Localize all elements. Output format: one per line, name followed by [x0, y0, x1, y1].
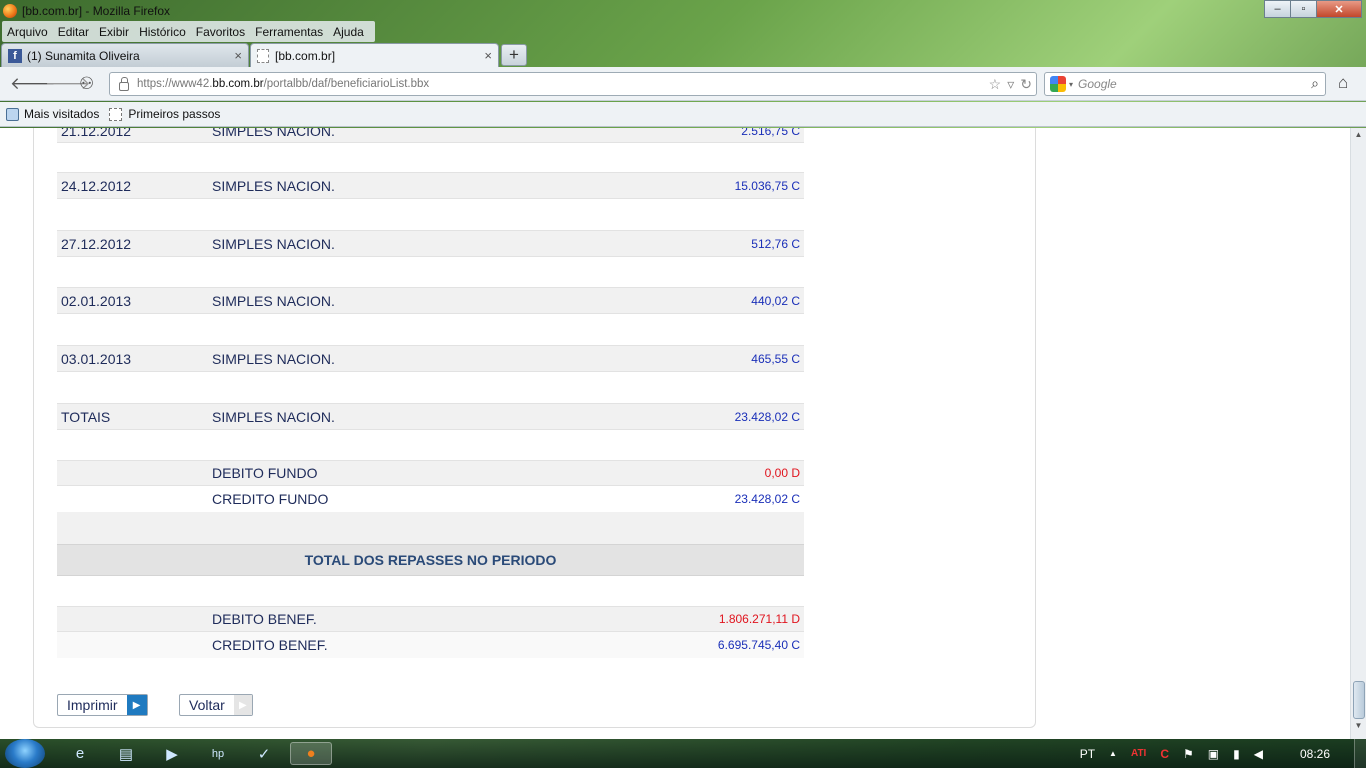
facebook-icon: f	[8, 48, 22, 63]
bookmark-mais-visitados[interactable]: Mais visitados	[6, 107, 99, 121]
firefox-logo-icon	[3, 4, 17, 18]
bookmark-primeiros-passos[interactable]: Primeiros passos	[109, 107, 220, 121]
page-icon	[109, 107, 123, 121]
maximize-button[interactable]: ▫	[1290, 0, 1317, 18]
bookmarks-bar: Mais visitados Primeiros passos	[0, 102, 1366, 127]
device-icon[interactable]: ▣	[1208, 747, 1219, 761]
menu-editar[interactable]: Editar	[53, 25, 94, 39]
show-desktop-button[interactable]	[1354, 739, 1366, 768]
play-arrow-icon: ▶	[126, 695, 147, 715]
tab-bar: f (1) Sunamita Oliveira × [bb.com.br] × …	[0, 43, 1366, 67]
close-tab-icon[interactable]: ×	[234, 48, 242, 63]
lock-icon	[119, 77, 129, 91]
table-row: 27.12.2012 SIMPLES NACION. 512,76 C	[57, 230, 804, 257]
table-row: 21.12.2012 SIMPLES NACION. 2.516,75 C	[57, 128, 804, 143]
table-row: 24.12.2012 SIMPLES NACION. 15.036,75 C	[57, 172, 804, 199]
clock[interactable]: 08:26	[1300, 747, 1330, 761]
windows-taskbar: e ▤ ▶ hp ✓ ● PT ▲ ATI C ⚑ ▣ ▮ ◀ 08:26	[0, 739, 1366, 768]
tab-facebook[interactable]: f (1) Sunamita Oliveira ×	[1, 43, 249, 67]
totals-row: TOTAIS SIMPLES NACION. 23.428,02 C	[57, 403, 804, 430]
folder-icon[interactable]: ▤	[107, 742, 145, 765]
window-controls: – ▫ ✕	[1264, 0, 1362, 18]
spacer-band	[57, 512, 804, 544]
new-tab-button[interactable]: +	[501, 44, 527, 66]
title-bar: [bb.com.br] - Mozilla Firefox – ▫ ✕	[0, 0, 1366, 22]
tab-label: (1) Sunamita Oliveira	[27, 48, 140, 63]
debito-benef-row: DEBITO BENEF. 1.806.271,11 D	[57, 606, 804, 632]
network-signal-icon[interactable]: ▮	[1233, 747, 1240, 761]
media-player-icon[interactable]: ▶	[153, 742, 191, 765]
minimize-button[interactable]: –	[1264, 0, 1291, 18]
firefox-icon[interactable]: ●	[290, 742, 332, 765]
table-row: 02.01.2013 SIMPLES NACION. 440,02 C	[57, 287, 804, 314]
volume-icon[interactable]: ◀	[1254, 747, 1263, 761]
page-icon	[257, 48, 269, 63]
google-icon[interactable]	[1050, 76, 1066, 92]
menu-favoritos[interactable]: Favoritos	[191, 25, 250, 39]
show-hidden-icons-icon[interactable]: ▲	[1109, 749, 1117, 758]
scroll-down-icon[interactable]: ▼	[1351, 721, 1366, 737]
bookmark-folder-icon	[6, 107, 19, 121]
ccleaner-icon[interactable]: C	[1160, 747, 1169, 761]
back-button[interactable]: Voltar ▶	[179, 694, 253, 716]
section-title: TOTAL DOS REPASSES NO PERIODO	[57, 544, 804, 576]
language-indicator[interactable]: PT	[1080, 747, 1095, 761]
action-center-flag-icon[interactable]: ⚑	[1183, 747, 1194, 761]
menu-historico[interactable]: Histórico	[134, 25, 191, 39]
menu-arquivo[interactable]: Arquivo	[2, 25, 53, 39]
close-window-button[interactable]: ✕	[1316, 0, 1362, 18]
menu-ferramentas[interactable]: Ferramentas	[250, 25, 328, 39]
bookmark-star-icon[interactable]: ☆	[989, 76, 1002, 93]
addon-icon[interactable]: ⚇	[79, 74, 94, 94]
play-arrow-icon: ▶	[233, 695, 252, 715]
tab-bb[interactable]: [bb.com.br] ×	[250, 43, 499, 67]
search-engine-dropdown-icon[interactable]: ▾	[1069, 80, 1073, 89]
history-dropdown-icon[interactable]: ▿	[1007, 76, 1014, 93]
search-input[interactable]: Google	[1078, 77, 1117, 91]
scroll-thumb[interactable]	[1353, 681, 1365, 719]
ie-icon[interactable]: e	[61, 742, 99, 765]
search-icon[interactable]: ⌕	[1311, 75, 1319, 92]
ati-icon[interactable]: ATI	[1131, 748, 1146, 759]
table-row: 03.01.2013 SIMPLES NACION. 465,55 C	[57, 345, 804, 372]
navigation-toolbar: 🡐 🡒 ⚇ https://www42.bb.com.br/portalbb/d…	[0, 67, 1366, 101]
url-tools: ☆ ▿ ↻	[989, 76, 1032, 93]
tab-label: [bb.com.br]	[275, 48, 336, 63]
credito-benef-row: CREDITO BENEF. 6.695.745,40 C	[57, 632, 804, 658]
menu-exibir[interactable]: Exibir	[94, 25, 134, 39]
reload-icon[interactable]: ↻	[1020, 76, 1032, 93]
window-title: [bb.com.br] - Mozilla Firefox	[22, 4, 171, 18]
system-tray: PT ▲ ATI C ⚑ ▣ ▮ ◀ 08:26	[1073, 739, 1366, 768]
menu-bar: Arquivo Editar Exibir Histórico Favorito…	[2, 21, 375, 42]
print-button[interactable]: Imprimir ▶	[57, 694, 148, 716]
page-viewport: 21.12.2012 SIMPLES NACION. 2.516,75 C 24…	[0, 128, 1350, 739]
url-text[interactable]: https://www42.bb.com.br/portalbb/daf/ben…	[137, 78, 429, 90]
scroll-up-icon[interactable]: ▲	[1351, 130, 1366, 146]
home-icon[interactable]: ⌂	[1338, 73, 1348, 93]
chart-app-icon[interactable]: ✓	[245, 742, 283, 765]
start-button[interactable]	[5, 739, 45, 768]
vertical-scrollbar[interactable]: ▲ ▼	[1350, 128, 1366, 739]
debito-fundo-row: DEBITO FUNDO 0,00 D	[57, 460, 804, 486]
close-tab-icon[interactable]: ×	[484, 48, 492, 63]
hp-icon[interactable]: hp	[199, 742, 237, 765]
url-bar[interactable]: https://www42.bb.com.br/portalbb/daf/ben…	[109, 72, 1037, 96]
menu-ajuda[interactable]: Ajuda	[328, 25, 369, 39]
credito-fundo-row: CREDITO FUNDO 23.428,02 C	[212, 491, 800, 507]
search-bar[interactable]: ▾ Google ⌕	[1044, 72, 1326, 96]
